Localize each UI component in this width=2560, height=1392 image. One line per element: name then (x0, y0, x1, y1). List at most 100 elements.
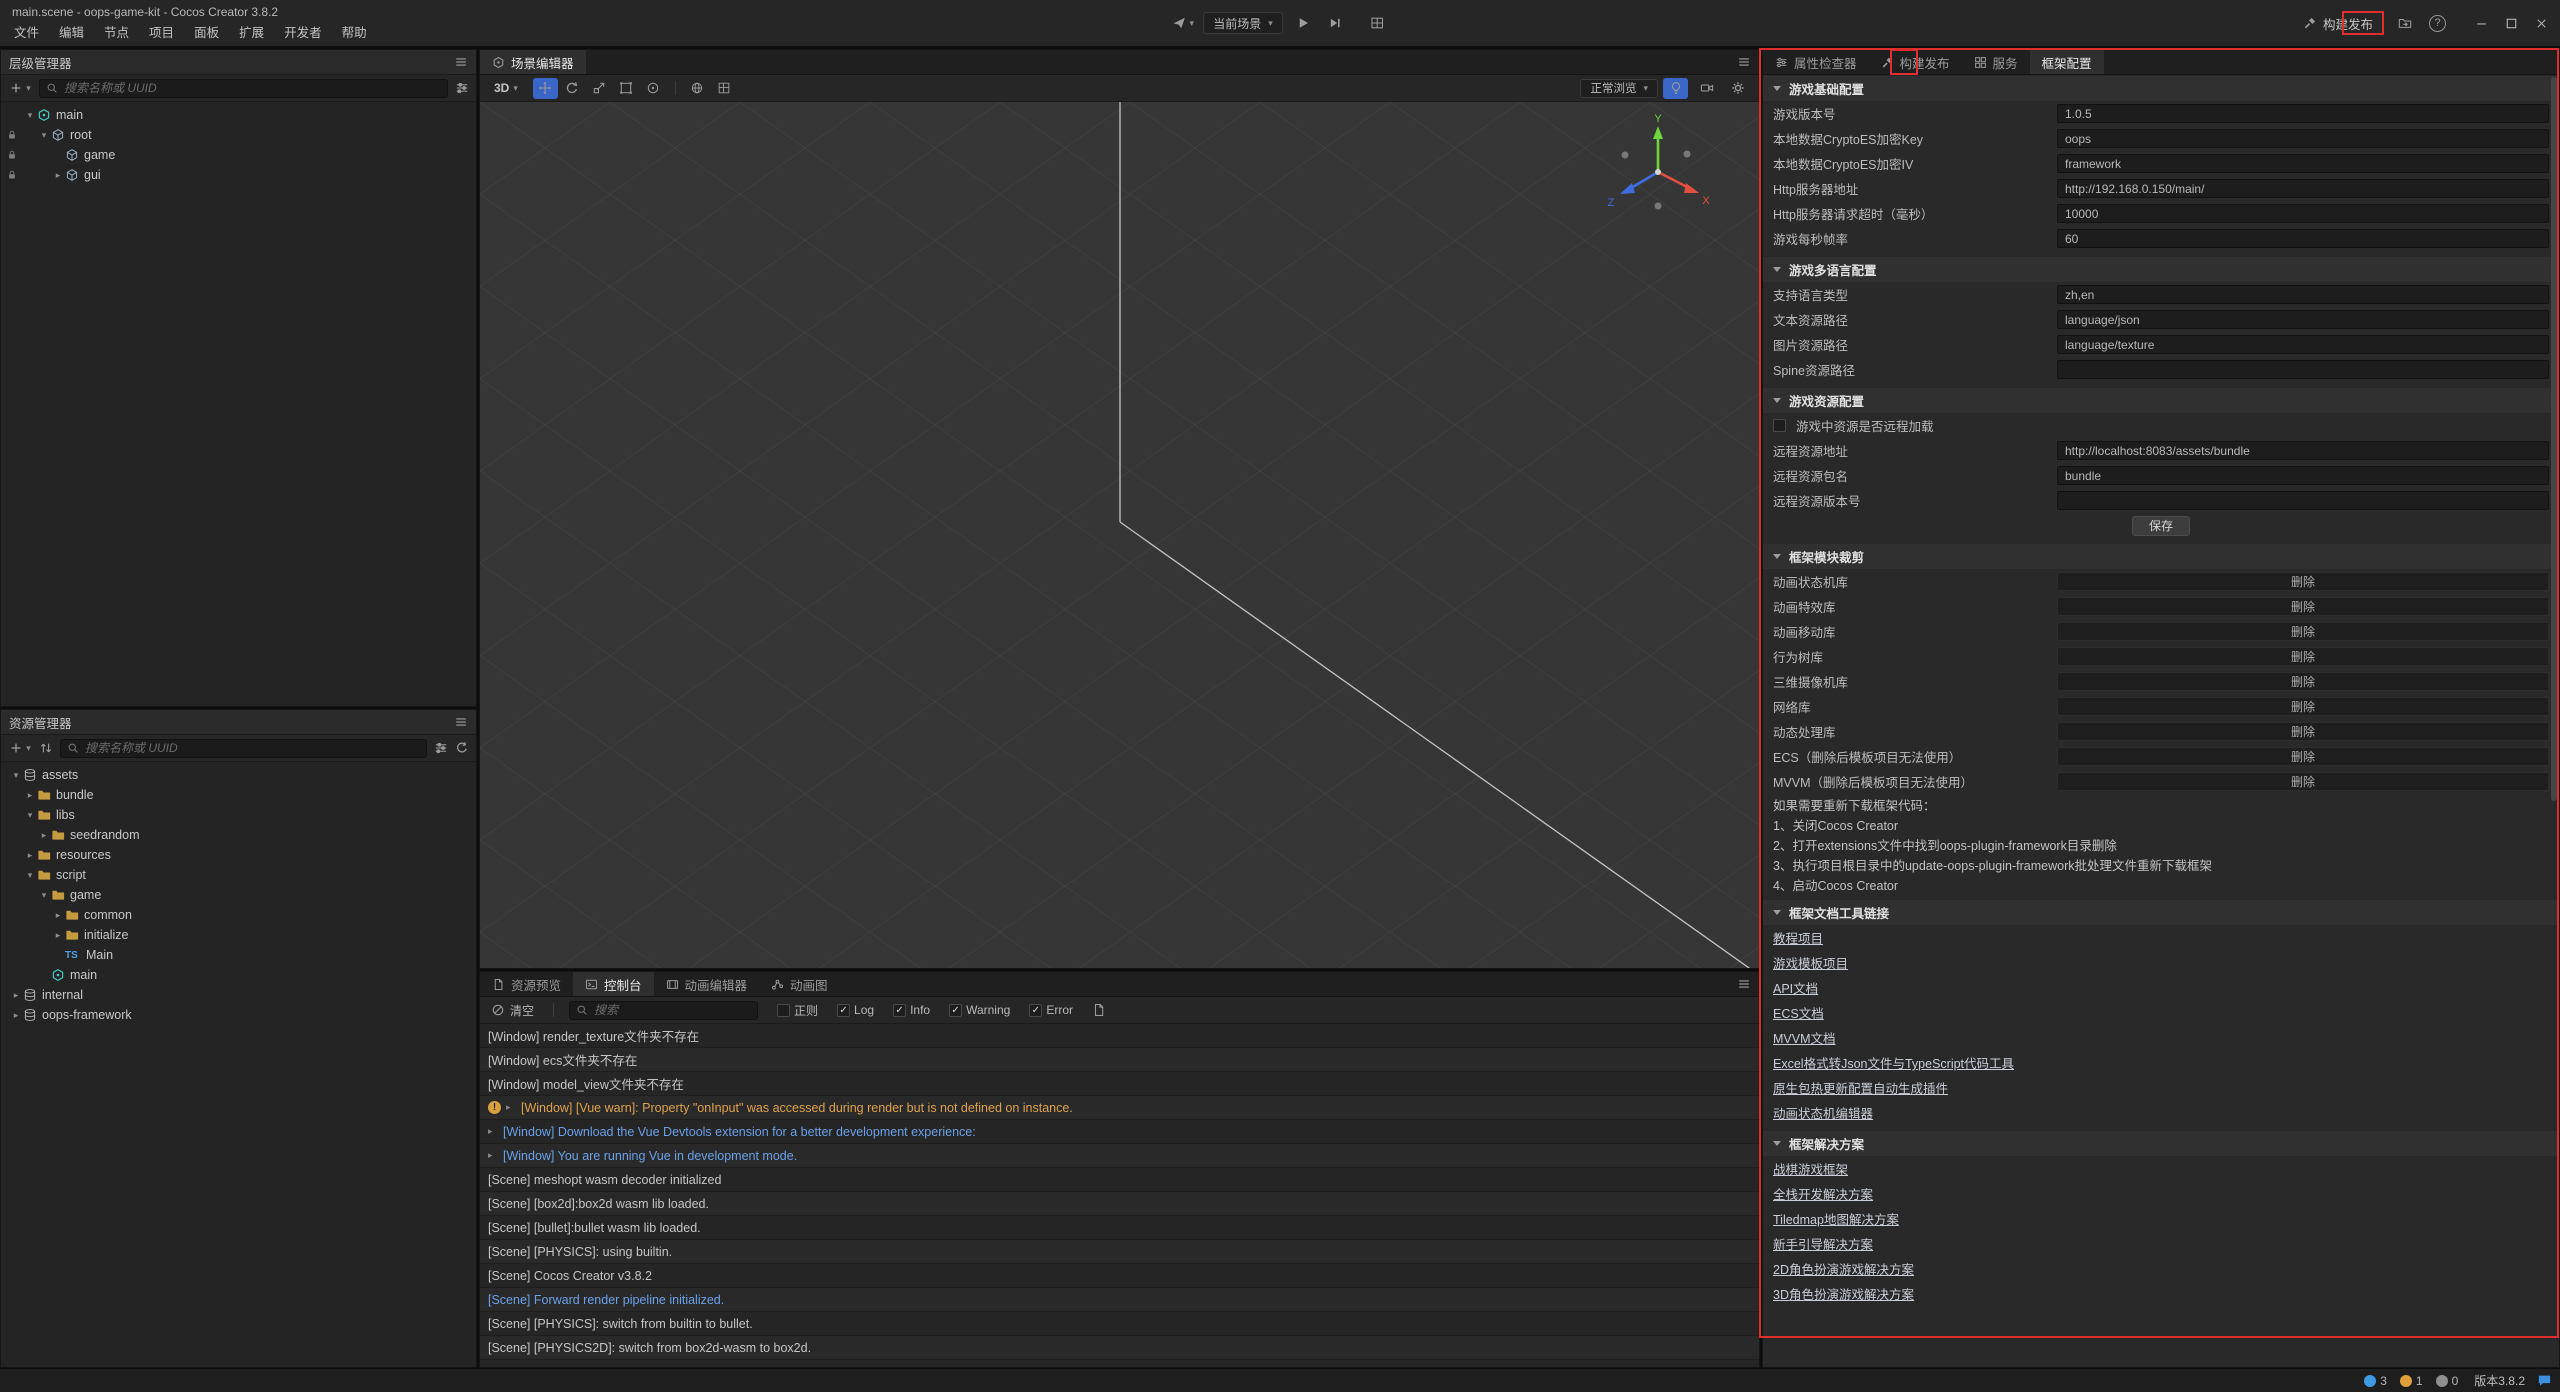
lock-icon[interactable] (6, 129, 18, 141)
create-node-button[interactable]: ▾ (8, 77, 32, 99)
menu-item-2[interactable]: 节点 (94, 19, 139, 44)
log-row[interactable]: [Scene] meshopt wasm decoder initialized (480, 1168, 1759, 1192)
doc-link[interactable]: ECS文档 (1763, 1000, 2559, 1025)
tree-node-internal[interactable]: ▸internal (1, 985, 476, 1005)
projection-toggle[interactable]: 3D▾ (488, 81, 524, 95)
log-row[interactable]: [Scene] [bullet]:bullet wasm lib loaded. (480, 1216, 1759, 1240)
field-input[interactable] (2057, 335, 2549, 354)
doc-link[interactable]: 动画状态机编辑器 (1763, 1100, 2559, 1125)
log-row[interactable]: [Scene] [box2d]:box2d wasm lib loaded. (480, 1192, 1759, 1216)
tab-preview[interactable]: 资源预览 (480, 972, 573, 996)
delete-module-button[interactable]: 删除 (2057, 647, 2549, 666)
scene-viewport[interactable]: YXZ (480, 102, 1759, 968)
field-input[interactable] (2057, 229, 2549, 248)
expand-arrow-icon[interactable]: ▸ (51, 930, 65, 941)
field-input[interactable] (2057, 285, 2549, 304)
step-button[interactable] (1323, 12, 1347, 34)
expand-arrow-icon[interactable]: ▸ (51, 910, 65, 921)
tree-node-oops-framework[interactable]: ▸oops-framework (1, 1005, 476, 1025)
doc-link[interactable]: 新手引导解决方案 (1763, 1231, 2559, 1256)
close-button[interactable] (2526, 10, 2556, 36)
tab-anim-graph[interactable]: 动画图 (759, 972, 840, 996)
menu-item-6[interactable]: 开发者 (274, 19, 332, 44)
refresh-assets-icon[interactable] (455, 741, 469, 755)
section-header[interactable]: 游戏多语言配置 (1763, 257, 2559, 282)
launch-scene-select[interactable]: 当前场景▾ (1203, 12, 1283, 34)
tree-node-game[interactable]: ▾game (1, 885, 476, 905)
expand-arrow-icon[interactable]: ▸ (488, 1150, 503, 1161)
scale-tool-button[interactable] (587, 78, 612, 99)
field-input[interactable] (2057, 310, 2549, 329)
log-row[interactable]: [Window] ecs文件夹不存在 (480, 1048, 1759, 1072)
menu-item-4[interactable]: 面板 (184, 19, 229, 44)
filter-checkbox[interactable] (893, 1004, 906, 1017)
menu-item-3[interactable]: 项目 (139, 19, 184, 44)
expand-arrow-icon[interactable]: ▸ (9, 1010, 23, 1021)
light-toggle[interactable] (1663, 78, 1688, 99)
section-header[interactable]: 游戏资源配置 (1763, 388, 2559, 413)
snap-tool-button[interactable] (712, 78, 737, 99)
view-gizmo[interactable]: YXZ (1603, 114, 1713, 224)
delete-module-button[interactable]: 删除 (2057, 697, 2549, 716)
tree-node-seedrandom[interactable]: ▸seedrandom (1, 825, 476, 845)
filter-checkbox[interactable] (837, 1004, 850, 1017)
preview-target-button[interactable]: ▾ (1171, 12, 1195, 34)
section-header[interactable]: 框架模块裁剪 (1763, 544, 2559, 569)
tab-anim-editor[interactable]: 动画编辑器 (654, 972, 760, 996)
doc-link[interactable]: API文档 (1763, 975, 2559, 1000)
field-input[interactable] (2057, 104, 2549, 123)
clear-console-button[interactable]: 清空 (487, 1002, 538, 1019)
expand-arrow-icon[interactable]: ▸ (51, 170, 65, 181)
collapse-logs-icon[interactable] (1092, 1003, 1106, 1017)
tree-node-root[interactable]: ▾root (1, 125, 476, 145)
log-row[interactable]: [Window] render_texture文件夹不存在 (480, 1024, 1759, 1048)
open-build-folder-button[interactable] (2393, 12, 2417, 34)
menu-item-7[interactable]: 帮助 (332, 19, 377, 44)
scrollbar[interactable] (2550, 75, 2558, 1367)
minimize-button[interactable] (2466, 10, 2496, 36)
doc-link[interactable]: 全栈开发解决方案 (1763, 1181, 2559, 1206)
filter-checkbox[interactable] (1029, 1004, 1042, 1017)
tree-node-libs[interactable]: ▾libs (1, 805, 476, 825)
delete-module-button[interactable]: 删除 (2057, 672, 2549, 691)
section-header[interactable]: 框架文档工具链接 (1763, 900, 2559, 925)
log-row[interactable]: ▸[Window] You are running Vue in develop… (480, 1144, 1759, 1168)
layout-button[interactable] (1365, 12, 1389, 34)
expand-arrow-icon[interactable]: ▸ (23, 850, 37, 861)
doc-link[interactable]: Tiledmap地图解决方案 (1763, 1206, 2559, 1231)
console-search-input[interactable] (594, 1003, 751, 1017)
field-input[interactable] (2057, 466, 2549, 485)
regex-checkbox[interactable] (777, 1004, 790, 1017)
field-input[interactable] (2057, 154, 2549, 173)
filter-checkbox[interactable] (949, 1004, 962, 1017)
log-row[interactable]: ▸[Window] Download the Vue Devtools exte… (480, 1120, 1759, 1144)
regex-toggle[interactable]: 正则 (777, 1002, 818, 1019)
tree-node-Main[interactable]: TSMain (1, 945, 476, 965)
console-search[interactable] (569, 1001, 758, 1020)
rect-tool-button[interactable] (614, 78, 639, 99)
menu-item-1[interactable]: 编辑 (49, 19, 94, 44)
assets-filter-icon[interactable] (434, 741, 448, 755)
tab-inspector[interactable]: 属性检查器 (1763, 50, 1869, 74)
assets-search[interactable] (60, 739, 427, 758)
doc-link[interactable]: MVVM文档 (1763, 1025, 2559, 1050)
hierarchy-search-input[interactable] (64, 81, 441, 95)
panel-menu-icon[interactable] (454, 715, 468, 729)
tree-node-common[interactable]: ▸common (1, 905, 476, 925)
log-row[interactable]: [Scene] [PHYSICS]: switch from builtin t… (480, 1312, 1759, 1336)
menu-item-0[interactable]: 文件 (4, 19, 49, 44)
log-row[interactable]: [Scene] [PHYSICS2D]: switch from box2d-w… (480, 1336, 1759, 1360)
doc-link[interactable]: Excel格式转Json文件与TypeScript代码工具 (1763, 1050, 2559, 1075)
delete-module-button[interactable]: 删除 (2057, 747, 2549, 766)
panel-menu-icon[interactable] (1737, 977, 1751, 991)
panel-menu-icon[interactable] (454, 55, 468, 69)
doc-link[interactable]: 2D角色扮演游戏解决方案 (1763, 1256, 2559, 1281)
filter-info[interactable]: Info (893, 1003, 930, 1017)
move-tool-button[interactable] (533, 78, 558, 99)
status-count-info[interactable]: 3 (2364, 1374, 2387, 1388)
rotate-tool-button[interactable] (560, 78, 585, 99)
delete-module-button[interactable]: 删除 (2057, 622, 2549, 641)
doc-link[interactable]: 游戏模板项目 (1763, 950, 2559, 975)
remote-load-checkbox[interactable] (1773, 419, 1786, 432)
panel-menu-icon[interactable] (1737, 55, 1751, 69)
